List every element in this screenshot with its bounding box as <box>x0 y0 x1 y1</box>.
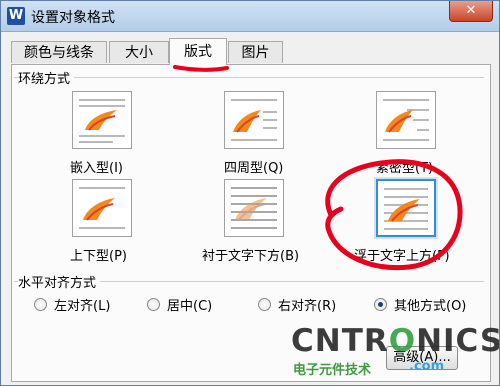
tab-size[interactable]: 大小 <box>109 41 169 63</box>
advanced-button[interactable]: 高级(A)... <box>386 346 458 370</box>
wrap-option-tight-label: 紧密型(T) <box>376 161 434 176</box>
align-center-label[interactable]: 居中(C) <box>167 295 212 314</box>
wrap-option-inline-label: 嵌入型(I) <box>70 161 123 176</box>
wrap-option-top-bottom-label: 上下型(P) <box>70 249 127 264</box>
inline-wrap-preview <box>79 99 125 143</box>
align-other-label[interactable]: 其他方式(O) <box>394 295 466 314</box>
wps-app-icon: W <box>7 7 25 25</box>
in-front-of-text-preview <box>384 188 428 230</box>
dialog-title: 设置对象格式 <box>31 10 115 26</box>
layout-panel: 环绕方式 嵌入型(I) 四周型(Q) 紧密型(T) 上下型(P) 衬于文字下方(… <box>11 64 491 382</box>
align-left-label[interactable]: 左对齐(L) <box>54 295 110 314</box>
tight-wrap-preview <box>383 99 429 141</box>
tab-strip: 颜色与线条 大小 版式 图片 <box>11 38 491 65</box>
square-wrap-preview <box>231 99 277 141</box>
close-button[interactable]: ✕ <box>449 1 493 22</box>
align-right-radio[interactable] <box>258 298 271 311</box>
wrap-option-in-front-of-text-label: 浮于文字上方(F) <box>354 249 450 264</box>
wrap-section-label: 环绕方式 <box>18 68 75 87</box>
align-right-label[interactable]: 右对齐(R) <box>278 295 336 314</box>
tight-wrap-icon <box>376 91 436 149</box>
in-front-of-text-icon <box>376 179 436 237</box>
tab-layout[interactable]: 版式 <box>169 38 227 65</box>
align-other-radio[interactable] <box>374 298 387 311</box>
align-left-radio[interactable] <box>34 298 47 311</box>
behind-text-icon <box>224 179 284 237</box>
square-wrap-icon <box>224 91 284 149</box>
close-icon: ✕ <box>465 3 477 18</box>
dialog-window: W 设置对象格式 ✕ 颜色与线条 大小 版式 图片 环绕方式 嵌入型(I) 四周… <box>0 0 500 386</box>
wrap-option-square-label: 四周型(Q) <box>224 161 284 176</box>
tab-picture[interactable]: 图片 <box>228 41 283 63</box>
align-center-radio[interactable] <box>147 298 160 311</box>
wrap-section-divider <box>14 77 484 78</box>
wrap-option-behind-text-label: 衬于文字下方(B) <box>202 249 300 264</box>
top-bottom-wrap-preview <box>79 187 125 229</box>
align-section-label: 水平对齐方式 <box>18 272 101 291</box>
top-bottom-wrap-icon <box>72 179 132 237</box>
tab-colors-lines[interactable]: 颜色与线条 <box>11 41 107 63</box>
behind-text-preview <box>231 187 277 229</box>
title-bar[interactable]: W 设置对象格式 ✕ <box>1 1 499 32</box>
inline-wrap-icon <box>72 91 132 149</box>
